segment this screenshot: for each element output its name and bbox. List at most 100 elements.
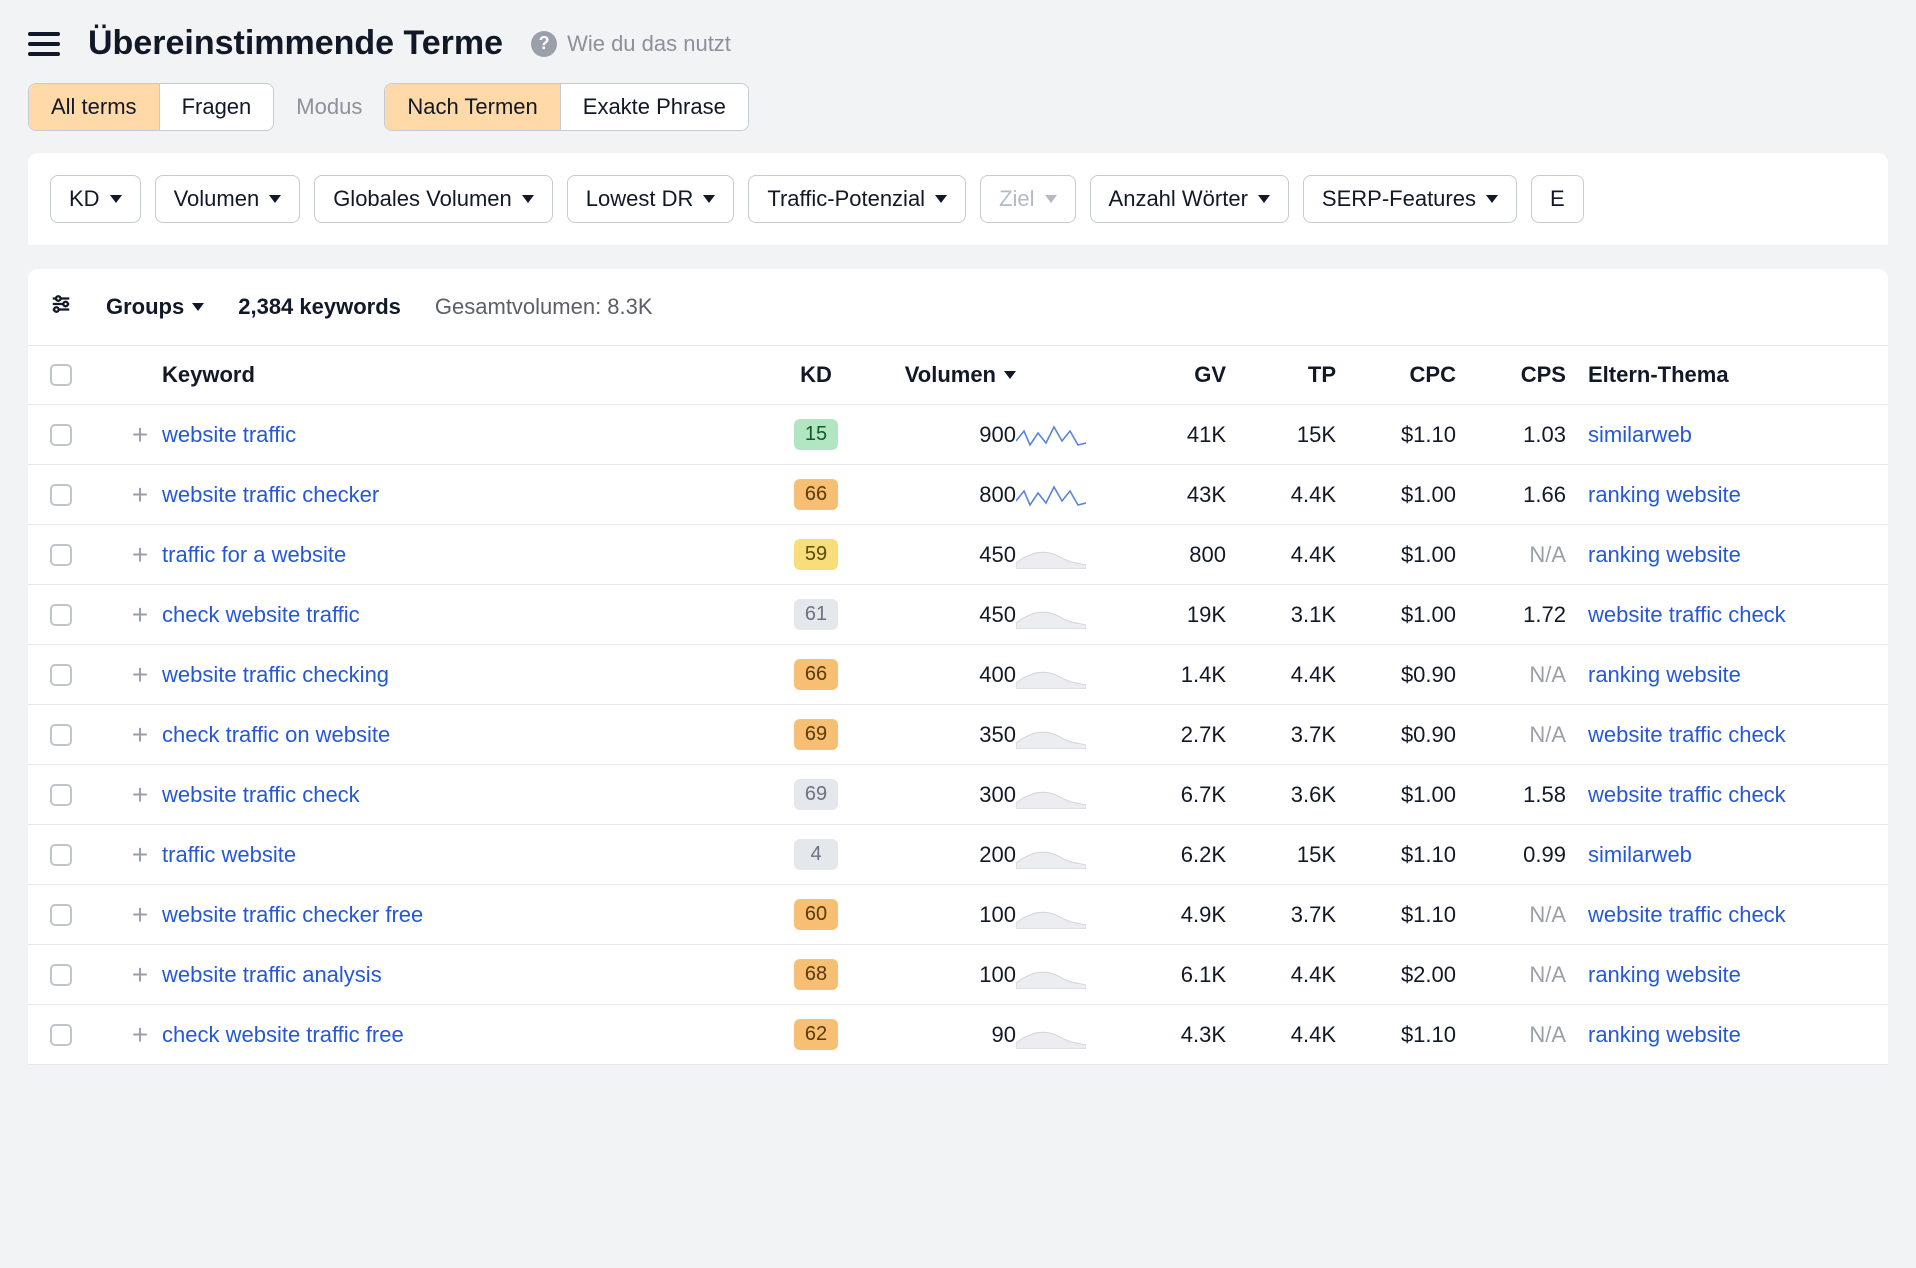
row-checkbox[interactable] <box>50 1024 72 1046</box>
row-checkbox[interactable] <box>50 844 72 866</box>
row-checkbox[interactable] <box>50 664 72 686</box>
tab-nach-termen[interactable]: Nach Termen <box>385 84 560 130</box>
keyword-link[interactable]: check traffic on website <box>162 722 390 747</box>
filter-more[interactable]: E <box>1531 175 1584 223</box>
filter-serp-features[interactable]: SERP-Features <box>1303 175 1517 223</box>
keyword-link[interactable]: website traffic <box>162 422 296 447</box>
parent-topic-link[interactable]: ranking website <box>1588 542 1741 567</box>
expand-icon[interactable]: + <box>118 421 162 449</box>
row-checkbox[interactable] <box>50 784 72 806</box>
col-keyword[interactable]: Keyword <box>162 362 766 388</box>
col-cpc[interactable]: CPC <box>1336 362 1456 388</box>
tp-value: 4.4K <box>1226 962 1336 988</box>
keyword-link[interactable]: check website traffic <box>162 602 360 627</box>
col-kd[interactable]: KD <box>766 362 866 388</box>
sparkline-icon <box>1016 1021 1086 1049</box>
expand-icon[interactable]: + <box>118 841 162 869</box>
parent-topic-link[interactable]: website traffic check <box>1588 782 1786 807</box>
expand-icon[interactable]: + <box>118 781 162 809</box>
gv-value: 4.3K <box>1106 1022 1226 1048</box>
select-all-checkbox[interactable] <box>50 364 72 386</box>
parent-topic-link[interactable]: ranking website <box>1588 482 1741 507</box>
filter-traffic-potenzial[interactable]: Traffic-Potenzial <box>748 175 966 223</box>
expand-icon[interactable]: + <box>118 541 162 569</box>
keyword-link[interactable]: website traffic checking <box>162 662 389 687</box>
filter-globales-volumen[interactable]: Globales Volumen <box>314 175 553 223</box>
parent-topic-link[interactable]: ranking website <box>1588 962 1741 987</box>
volume-value: 100 <box>866 962 1016 988</box>
row-checkbox[interactable] <box>50 904 72 926</box>
tp-value: 3.7K <box>1226 902 1336 928</box>
total-volume: Gesamtvolumen: 8.3K <box>435 294 653 320</box>
parent-topic-link[interactable]: similarweb <box>1588 842 1692 867</box>
col-eltern-thema[interactable]: Eltern-Thema <box>1566 362 1866 388</box>
row-checkbox[interactable] <box>50 484 72 506</box>
expand-icon[interactable]: + <box>118 901 162 929</box>
kd-badge: 60 <box>794 899 838 930</box>
cps-value: N/A <box>1456 962 1566 988</box>
parent-topic-link[interactable]: ranking website <box>1588 1022 1741 1047</box>
row-checkbox[interactable] <box>50 724 72 746</box>
expand-icon[interactable]: + <box>118 721 162 749</box>
tp-value: 4.4K <box>1226 542 1336 568</box>
sliders-icon[interactable] <box>50 293 72 321</box>
keyword-link[interactable]: website traffic checker <box>162 482 379 507</box>
tab-exakte-phrase[interactable]: Exakte Phrase <box>561 84 748 130</box>
col-cps[interactable]: CPS <box>1456 362 1566 388</box>
menu-icon[interactable] <box>28 32 60 56</box>
row-checkbox[interactable] <box>50 964 72 986</box>
kd-badge: 66 <box>794 659 838 690</box>
expand-icon[interactable]: + <box>118 1021 162 1049</box>
parent-topic-link[interactable]: similarweb <box>1588 422 1692 447</box>
volume-value: 400 <box>866 662 1016 688</box>
tp-value: 3.6K <box>1226 782 1336 808</box>
row-checkbox[interactable] <box>50 544 72 566</box>
kd-badge: 69 <box>794 719 838 750</box>
expand-icon[interactable]: + <box>118 961 162 989</box>
sparkline-icon <box>1016 421 1086 449</box>
keyword-link[interactable]: website traffic check <box>162 782 360 807</box>
expand-icon[interactable]: + <box>118 661 162 689</box>
caret-down-icon <box>522 195 534 203</box>
col-volumen[interactable]: Volumen <box>866 362 1016 388</box>
filter-kd[interactable]: KD <box>50 175 141 223</box>
gv-value: 41K <box>1106 422 1226 448</box>
col-gv[interactable]: GV <box>1106 362 1226 388</box>
caret-down-icon <box>110 195 122 203</box>
keyword-link[interactable]: check website traffic free <box>162 1022 404 1047</box>
filter-lowest-dr[interactable]: Lowest DR <box>567 175 735 223</box>
keyword-link[interactable]: website traffic checker free <box>162 902 423 927</box>
col-tp[interactable]: TP <box>1226 362 1336 388</box>
expand-icon[interactable]: + <box>118 481 162 509</box>
cps-value: N/A <box>1456 722 1566 748</box>
tab-fragen[interactable]: Fragen <box>160 84 274 130</box>
parent-topic-link[interactable]: website traffic check <box>1588 722 1786 747</box>
row-checkbox[interactable] <box>50 424 72 446</box>
sparkline-icon <box>1016 721 1086 749</box>
page-title: Übereinstimmende Terme <box>88 24 503 63</box>
groups-dropdown[interactable]: Groups <box>106 294 204 320</box>
volume-value: 450 <box>866 602 1016 628</box>
gv-value: 43K <box>1106 482 1226 508</box>
tp-value: 3.1K <box>1226 602 1336 628</box>
tab-all-terms[interactable]: All terms <box>29 84 160 130</box>
filter-volumen[interactable]: Volumen <box>155 175 301 223</box>
table-header: Keyword KD Volumen GV TP CPC CPS Eltern-… <box>28 346 1888 405</box>
filter-anzahl-woerter[interactable]: Anzahl Wörter <box>1090 175 1289 223</box>
expand-icon[interactable]: + <box>118 601 162 629</box>
row-checkbox[interactable] <box>50 604 72 626</box>
parent-topic-link[interactable]: ranking website <box>1588 662 1741 687</box>
parent-topic-link[interactable]: website traffic check <box>1588 602 1786 627</box>
cps-value: 1.58 <box>1456 782 1566 808</box>
help-link[interactable]: ? Wie du das nutzt <box>531 31 731 57</box>
cps-value: 1.66 <box>1456 482 1566 508</box>
kd-badge: 4 <box>794 839 838 870</box>
volume-value: 100 <box>866 902 1016 928</box>
volume-value: 350 <box>866 722 1016 748</box>
keyword-link[interactable]: traffic for a website <box>162 542 346 567</box>
help-icon: ? <box>531 31 557 57</box>
parent-topic-link[interactable]: website traffic check <box>1588 902 1786 927</box>
keyword-count: 2,384 keywords <box>238 294 401 320</box>
keyword-link[interactable]: traffic website <box>162 842 296 867</box>
keyword-link[interactable]: website traffic analysis <box>162 962 382 987</box>
